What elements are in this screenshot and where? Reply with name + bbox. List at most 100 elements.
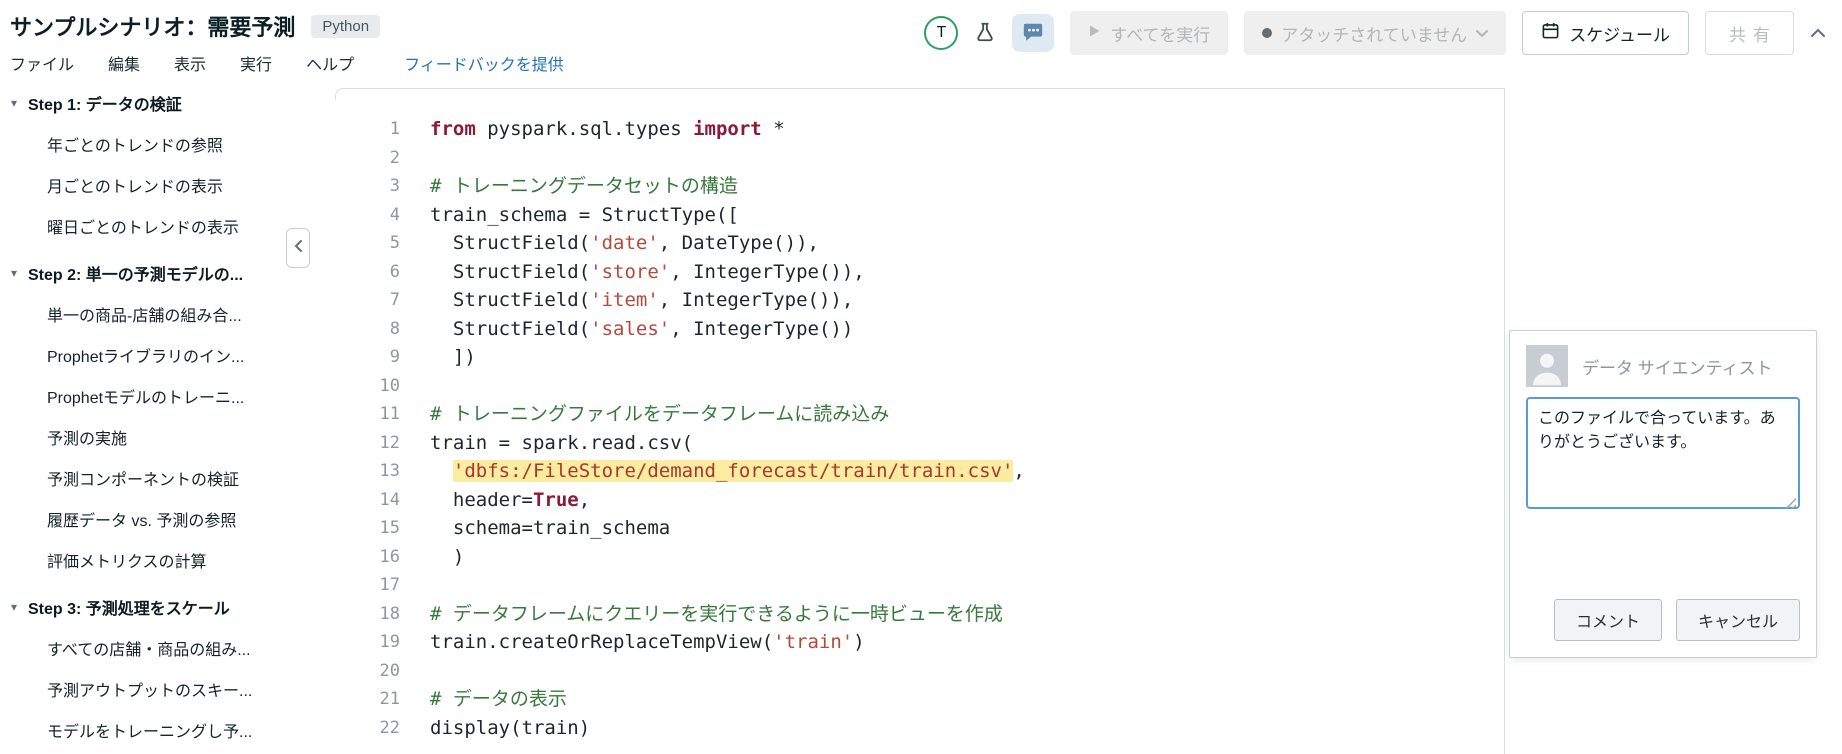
code-line[interactable]: ]) xyxy=(430,343,476,372)
code-line[interactable]: train_schema = StructType([ xyxy=(430,201,739,230)
code-row: 5 StructField('date', DateType()), xyxy=(300,229,1504,258)
toc-collapse-button[interactable] xyxy=(286,228,310,268)
code-line[interactable]: display(train) xyxy=(430,714,590,743)
comment-submit-button[interactable]: コメント xyxy=(1554,599,1662,641)
line-number: 2 xyxy=(300,144,400,173)
commenter-avatar xyxy=(1526,345,1568,387)
avatar-initial: T xyxy=(937,24,947,42)
toc-item[interactable]: 履歴データ vs. 予測の参照 xyxy=(0,498,300,539)
experiments-button[interactable] xyxy=(974,21,996,46)
toc-item[interactable]: すべての店舗・商品の組み... xyxy=(0,627,300,668)
user-avatar[interactable]: T xyxy=(924,16,958,50)
menu-item[interactable]: 編集 xyxy=(108,51,140,75)
line-number: 22 xyxy=(300,714,400,743)
code-row: 13 'dbfs:/FileStore/demand_forecast/trai… xyxy=(300,457,1504,486)
line-number: 13 xyxy=(300,457,400,486)
toc-item[interactable]: Prophetライブラリのイン... xyxy=(0,334,300,375)
line-number: 19 xyxy=(300,628,400,657)
code-row: 20 xyxy=(300,657,1504,686)
comment-cancel-button[interactable]: キャンセル xyxy=(1676,599,1800,641)
code-line[interactable]: StructField('item', IntegerType()), xyxy=(430,286,853,315)
toc-section-header[interactable]: ▾ Step 2: 単一の予測モデルの... xyxy=(0,252,300,293)
code-row: 2 xyxy=(300,144,1504,173)
code-row: 7 StructField('item', IntegerType()), xyxy=(300,286,1504,315)
line-number: 15 xyxy=(300,514,400,543)
code-line[interactable]: StructField('sales', IntegerType()) xyxy=(430,315,853,344)
feedback-link[interactable]: フィードバックを提供 xyxy=(404,51,564,75)
flask-icon xyxy=(974,21,996,46)
toc-item[interactable]: 評価メトリクスの計算 xyxy=(0,539,300,580)
code-line[interactable]: header=True, xyxy=(430,486,590,515)
code-line[interactable]: # トレーニングファイルをデータフレームに読み込み xyxy=(430,400,889,429)
code-line[interactable]: schema=train_schema xyxy=(430,514,670,543)
code-row: 22 display(train) xyxy=(300,714,1504,743)
code-line[interactable]: train = spark.read.csv( xyxy=(430,429,693,458)
toc-item[interactable]: Prophetモデルのトレーニ... xyxy=(0,375,300,416)
code-line[interactable]: # データフレームにクエリーを実行できるように一時ビューを作成 xyxy=(430,600,1003,629)
code-row: 10 xyxy=(300,372,1504,401)
comment-input[interactable]: このファイルで合っています。ありがとうございます。 xyxy=(1526,397,1800,509)
toc-item[interactable]: 予測アウトプットのスキー... xyxy=(0,668,300,709)
toc-item[interactable]: 年ごとのトレンドの参照 xyxy=(0,123,300,164)
line-number: 10 xyxy=(300,372,400,401)
code-row: 17 xyxy=(300,571,1504,600)
chat-bubble-icon xyxy=(1022,21,1044,46)
chevron-left-icon xyxy=(293,239,303,258)
toc-item[interactable]: モデルをトレーニングし予... xyxy=(0,709,300,750)
comments-toggle-button[interactable] xyxy=(1012,14,1054,52)
run-all-button[interactable]: すべてを実行 xyxy=(1070,11,1228,55)
code-row: 3# トレーニングデータセットの構造 xyxy=(300,172,1504,201)
toc-item[interactable]: 予測の実施 xyxy=(0,416,300,457)
line-number: 5 xyxy=(300,229,400,258)
notebook-header: サンプルシナリオ：需要予測 Python ファイル編集表示実行ヘルプ フィードバ… xyxy=(0,0,1842,76)
line-number: 7 xyxy=(300,286,400,315)
menu-item[interactable]: ファイル xyxy=(10,51,74,75)
code-row: 14 header=True, xyxy=(300,486,1504,515)
comment-card: データ サイエンティスト このファイルで合っています。ありがとうございます。 コ… xyxy=(1509,330,1817,658)
code-row: 6 StructField('store', IntegerType()), xyxy=(300,258,1504,287)
commenter-role: データ サイエンティスト xyxy=(1582,354,1773,379)
code-row: 18# データフレームにクエリーを実行できるように一時ビューを作成 xyxy=(300,600,1504,629)
comment-input-wrap: このファイルで合っています。ありがとうございます。 xyxy=(1526,397,1800,514)
language-badge: Python xyxy=(311,15,380,38)
share-button[interactable]: 共有 xyxy=(1705,11,1794,55)
code-line[interactable]: from pyspark.sql.types import * xyxy=(430,115,785,144)
schedule-button[interactable]: スケジュール xyxy=(1522,11,1689,55)
comment-header: データ サイエンティスト xyxy=(1526,345,1800,387)
code-editor: 1 from pyspark.sql.types import * 23# トレーニ… xyxy=(300,76,1504,754)
line-number: 14 xyxy=(300,486,400,515)
cluster-label: アタッチされていません xyxy=(1281,21,1467,46)
line-number: 12 xyxy=(300,429,400,458)
line-number: 11 xyxy=(300,400,400,429)
collapse-header-button[interactable] xyxy=(1810,26,1826,41)
header-actions: T すべてを実行 アタッチされていません xyxy=(924,11,1826,55)
code-line[interactable]: # データの表示 xyxy=(430,685,567,714)
run-all-label: すべてを実行 xyxy=(1110,21,1210,46)
code-row: 8 StructField('sales', IntegerType()) xyxy=(300,315,1504,344)
menu-item[interactable]: ヘルプ xyxy=(306,51,354,75)
toc-item[interactable]: 曜日ごとのトレンドの表示 xyxy=(0,205,300,246)
caret-down-icon: ▾ xyxy=(8,266,20,280)
code-line[interactable]: ) xyxy=(430,543,464,572)
cluster-attach-dropdown[interactable]: アタッチされていません xyxy=(1244,11,1506,55)
toc-section-label: Step 3: 予測処理をスケール xyxy=(28,595,230,619)
menu-item[interactable]: 実行 xyxy=(240,51,272,75)
toc-section-header[interactable]: ▾Step 1: データの検証 xyxy=(0,82,300,123)
code-line[interactable]: # トレーニングデータセットの構造 xyxy=(430,172,738,201)
toc-item[interactable]: 単一の商品-店舗の組み合... xyxy=(0,293,300,334)
share-label: 共有 xyxy=(1729,21,1777,46)
cluster-status-dot-icon xyxy=(1262,28,1272,38)
code-line[interactable]: StructField('store', IntegerType()), xyxy=(430,258,865,287)
code-line[interactable]: 'dbfs:/FileStore/demand_forecast/train/t… xyxy=(430,457,1025,486)
code-line[interactable]: train.createOrReplaceTempView('train') xyxy=(430,628,865,657)
line-number: 1 xyxy=(300,115,400,144)
toc-item[interactable]: 月ごとのトレンドの表示 xyxy=(0,164,300,205)
toc-section-header[interactable]: ▾ Step 3: 予測処理をスケール xyxy=(0,586,300,627)
menu-item[interactable]: 表示 xyxy=(174,51,206,75)
code-line[interactable]: StructField('date', DateType()), xyxy=(430,229,819,258)
caret-down-icon: ▾ xyxy=(8,600,20,614)
table-of-contents: ▾Step 1: データの検証年ごとのトレンドの参照月ごとのトレンドの表示曜日ご… xyxy=(0,76,300,754)
code-row: 11 # トレーニングファイルをデータフレームに読み込み xyxy=(300,400,1504,429)
toc-section-label: Step 2: 単一の予測モデルの... xyxy=(28,261,243,285)
toc-item[interactable]: 予測コンポーネントの検証 xyxy=(0,457,300,498)
